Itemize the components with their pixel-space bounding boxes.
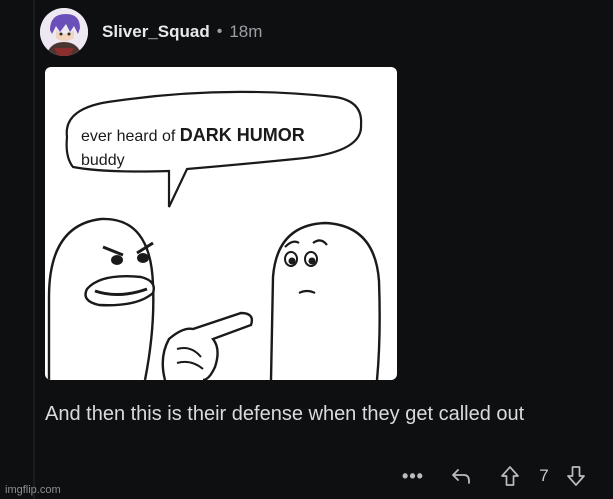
downvote-arrow-icon [567,466,585,486]
speech-bubble [65,90,363,208]
downvote-button[interactable] [562,462,590,490]
comment-header: Sliver_Squad • 18m [40,8,262,56]
upvote-button[interactable] [496,462,524,490]
comment-actions: ••• 7 [390,462,610,490]
pointing-hand [161,311,254,380]
watermark: imgflip.com [5,484,61,496]
more-options-button[interactable]: ••• [398,462,428,490]
speech-text-line1: ever heard of DARK HUMOR [81,125,305,145]
right-character-mouth [298,289,316,294]
avatar[interactable] [40,8,88,56]
thread-line [33,0,35,499]
meme-image[interactable]: ever heard of DARK HUMOR buddy [45,67,397,380]
left-character-eye [137,253,149,263]
right-character-eyebrows [284,239,328,248]
meme-drawing: ever heard of DARK HUMOR buddy [47,90,381,380]
hand-fingers [176,347,204,370]
avatar-icon [40,8,88,56]
upvote-arrow-icon [501,466,519,486]
username-link[interactable]: Sliver_Squad [102,22,210,42]
reply-button[interactable] [447,462,475,490]
vote-score: 7 [539,466,549,485]
timestamp: 18m [229,22,263,41]
speech-text-line2: buddy [81,152,125,169]
separator-dot: • [216,23,223,40]
left-character-eye [111,255,123,265]
reply-icon [452,469,470,484]
comment-body: And then this is their defense when they… [45,403,525,425]
right-character [269,221,381,380]
